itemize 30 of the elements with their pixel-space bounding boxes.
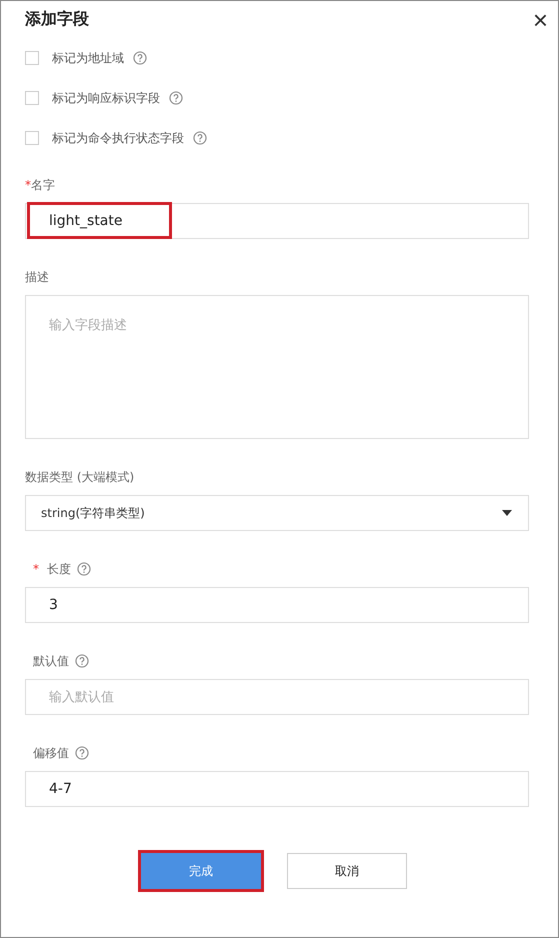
field-label: 偏移值 — [33, 744, 69, 762]
checkbox-label: 标记为响应标识字段 — [52, 90, 160, 106]
input-field[interactable]: light_state — [25, 203, 529, 239]
help-icon[interactable] — [193, 131, 207, 145]
close-button[interactable]: × — [532, 7, 548, 33]
type-dropdown[interactable]: string(字符串类型) — [25, 495, 529, 531]
input-field[interactable]: 4-7 — [25, 771, 529, 807]
required-asterisk: * — [25, 178, 31, 192]
checkbox[interactable] — [25, 131, 39, 145]
help-icon[interactable] — [77, 562, 91, 576]
dialog-title: 添加字段 — [25, 8, 89, 30]
field-label: 名字 — [31, 176, 55, 194]
field-label: 默认值 — [33, 652, 69, 670]
help-icon[interactable] — [133, 51, 147, 65]
description-field[interactable]: 输入字段描述 — [25, 295, 529, 439]
checkbox[interactable] — [25, 91, 39, 105]
help-icon[interactable] — [75, 654, 89, 668]
checkbox-label: 标记为命令执行状态字段 — [52, 130, 184, 146]
checkbox-label: 标记为地址域 — [52, 50, 124, 66]
field-label: 描述 — [25, 268, 49, 286]
field-label: 长度 — [47, 560, 71, 578]
checkbox[interactable] — [25, 51, 39, 65]
help-icon[interactable] — [169, 91, 183, 105]
cancel-button[interactable]: 取消 — [287, 853, 407, 889]
help-icon[interactable] — [75, 746, 89, 760]
dropdown-caret-icon — [502, 510, 512, 516]
input-field[interactable]: 输入默认值 — [25, 679, 529, 715]
required-asterisk: * — [33, 562, 39, 576]
field-label: 数据类型 (大端模式) — [25, 468, 134, 486]
input-field[interactable]: 3 — [25, 587, 529, 623]
